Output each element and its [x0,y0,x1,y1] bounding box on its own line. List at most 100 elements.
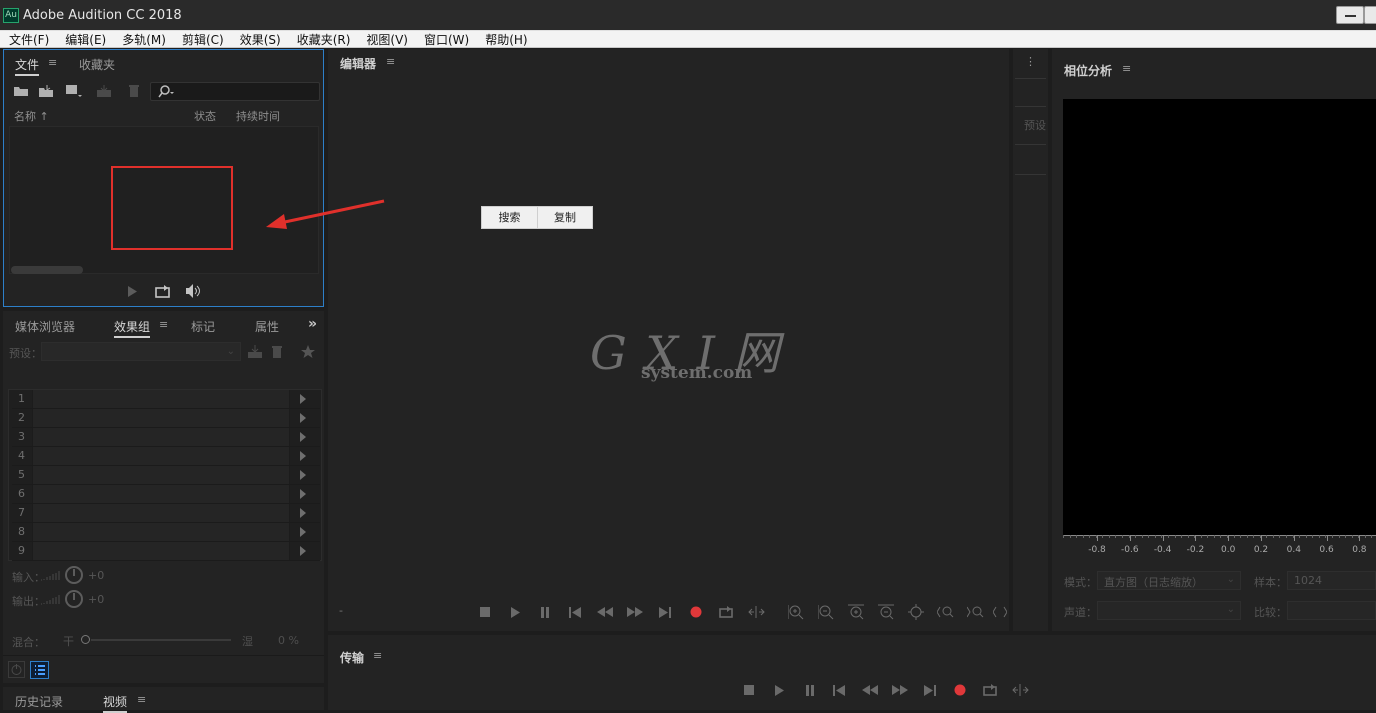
stop-icon[interactable] [474,601,496,623]
delete-preset-icon[interactable] [268,343,286,361]
sample-dropdown[interactable]: 1024 [1287,571,1376,590]
menu-item-1[interactable]: 编辑(E) [56,31,113,48]
transport-rewind-icon[interactable] [859,679,881,701]
column-status[interactable]: 状态 [194,108,216,124]
effect-slot-row[interactable]: 8 [12,523,320,542]
effect-slot-row[interactable]: 6 [12,485,320,504]
record-icon[interactable] [685,601,707,623]
pause-icon[interactable] [534,601,556,623]
effect-slot-row[interactable]: 5 [12,466,320,485]
favorite-star-icon[interactable] [299,343,317,361]
horizontal-scrollbar[interactable] [11,266,83,274]
effect-slot-row[interactable]: 7 [12,504,320,523]
editor-menu-icon[interactable]: ≡ [386,55,395,68]
transport-skip-end-icon[interactable] [919,679,941,701]
effect-slot-cell[interactable] [32,409,290,427]
menu-item-0[interactable]: 文件(F) [0,31,56,48]
autoplay-speaker-icon[interactable] [182,280,204,302]
effect-slot-cell[interactable] [32,390,290,408]
zoom-selection-right-icon[interactable] [965,601,987,623]
slot-expand-arrow-icon[interactable] [300,413,306,423]
open-file-icon[interactable] [12,82,30,100]
save-preset-icon[interactable] [246,343,264,361]
copy-button[interactable]: 复制 [538,207,592,228]
slot-expand-arrow-icon[interactable] [300,451,306,461]
effect-slot-cell[interactable] [32,466,290,484]
maximize-button[interactable] [1364,6,1376,24]
effect-slot-cell[interactable] [32,485,290,503]
save-file-icon[interactable] [95,82,113,100]
effect-slot-cell[interactable] [32,523,290,541]
effect-slot-row[interactable]: 3 [12,428,320,447]
input-gain-knob[interactable] [65,566,83,584]
output-gain-knob[interactable] [65,590,83,608]
files-panel-menu-icon[interactable]: ≡ [48,56,57,69]
transport-play-icon[interactable] [768,679,790,701]
effect-slot-row[interactable]: 2 [12,409,320,428]
mode-dropdown[interactable]: 直方图（日志缩放） ⌄ [1097,571,1241,590]
transport-skip-selection-icon[interactable] [1009,679,1031,701]
effect-slot-cell[interactable] [32,504,290,522]
effect-slot-row[interactable]: 4 [12,447,320,466]
zoom-selection-left-icon[interactable] [935,601,957,623]
rewind-icon[interactable] [594,601,616,623]
effect-slot-cell[interactable] [32,447,290,465]
skip-to-start-icon[interactable] [564,601,586,623]
transport-fast-forward-icon[interactable] [889,679,911,701]
channel-dropdown[interactable]: ⌄ [1097,601,1241,620]
transport-skip-start-icon[interactable] [828,679,850,701]
play-preview-icon[interactable] [121,280,143,302]
menu-item-3[interactable]: 剪辑(C) [173,31,231,48]
tab-effects-rack[interactable]: 效果组 [114,318,151,338]
power-toggle-button[interactable] [8,661,25,678]
slot-expand-arrow-icon[interactable] [300,527,306,537]
column-duration[interactable]: 持续时间 [236,108,280,124]
loop-preview-icon[interactable] [152,280,174,302]
slot-expand-arrow-icon[interactable] [300,546,306,556]
transport-record-icon[interactable] [949,679,971,701]
preset-dropdown[interactable]: ⌄ [41,342,241,361]
side-strip-menu-icon[interactable]: ⋮ [1025,55,1036,68]
transport-stop-icon[interactable] [738,679,760,701]
menu-item-6[interactable]: 视图(V) [357,31,415,48]
tab-markers[interactable]: 标记 [191,318,215,335]
menu-item-5[interactable]: 收藏夹(R) [288,31,358,48]
transport-pause-icon[interactable] [799,679,821,701]
skip-selection-icon[interactable] [745,601,767,623]
slot-expand-arrow-icon[interactable] [300,508,306,518]
transport-loop-icon[interactable] [979,679,1001,701]
delete-file-icon[interactable] [125,82,143,100]
tab-history[interactable]: 历史记录 [15,693,63,710]
zoom-in-time-icon[interactable] [845,601,867,623]
tab-properties[interactable]: 属性 [255,318,279,335]
menu-item-8[interactable]: 帮助(H) [476,31,534,48]
slot-expand-arrow-icon[interactable] [300,489,306,499]
fast-forward-icon[interactable] [624,601,646,623]
menu-item-2[interactable]: 多轨(M) [113,31,173,48]
tab-media-browser[interactable]: 媒体浏览器 [15,318,75,335]
slot-expand-arrow-icon[interactable] [300,394,306,404]
process-list-button[interactable] [30,661,49,679]
effect-slot-row[interactable]: 9 [12,542,320,561]
tab-files[interactable]: 文件 [15,56,40,76]
phase-panel-menu-icon[interactable]: ≡ [1122,62,1131,75]
slot-expand-arrow-icon[interactable] [300,432,306,442]
zoom-out-amplitude-icon[interactable] [815,601,837,623]
new-file-icon[interactable] [65,82,83,100]
minimize-button[interactable] [1336,6,1364,24]
play-icon[interactable] [504,601,526,623]
zoom-to-selection-icon[interactable] [992,601,1008,623]
files-search-input[interactable] [150,82,320,101]
tab-video[interactable]: 视频 [103,693,128,713]
skip-to-end-icon[interactable] [654,601,676,623]
search-button[interactable]: 搜索 [482,207,538,228]
zoom-out-time-icon[interactable] [875,601,897,623]
column-name[interactable]: 名称 ↑ [14,108,49,124]
effects-panel-menu-icon[interactable]: ≡ [159,318,168,331]
zoom-full-icon[interactable] [905,601,927,623]
slot-expand-arrow-icon[interactable] [300,470,306,480]
effect-slot-row[interactable]: 1 [12,390,320,409]
import-file-icon[interactable] [38,82,56,100]
menu-item-4[interactable]: 效果(S) [231,31,288,48]
compare-dropdown[interactable] [1287,601,1376,620]
